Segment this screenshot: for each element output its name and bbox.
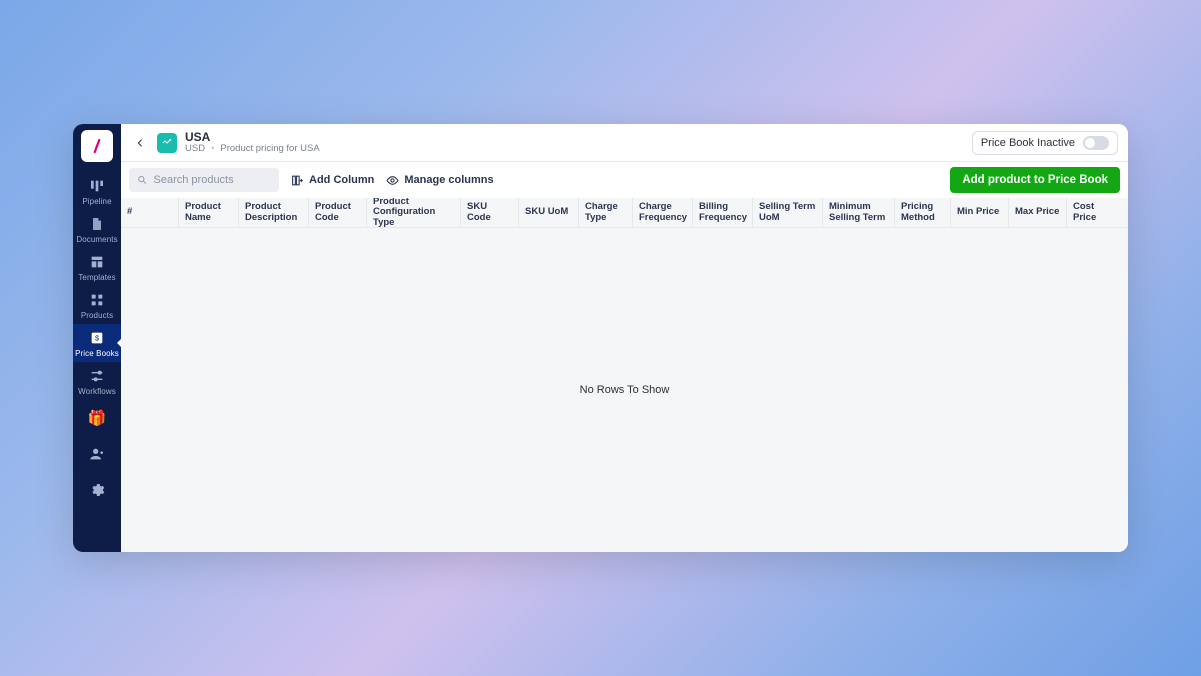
manage-columns-button[interactable]: Manage columns [386,174,493,187]
price-book-badge-icon [157,133,177,153]
sidebar-item-price-books[interactable]: $ Price Books [73,324,121,362]
column-header[interactable]: Billing Frequency [693,198,753,227]
toolbar: Add Column Manage columns Add product to… [121,162,1128,198]
search-box[interactable] [129,168,279,192]
slash-icon [88,137,106,155]
board-icon [89,178,105,194]
status-label: Price Book Inactive [981,137,1075,149]
price-book-icon: $ [89,330,105,346]
title-block: USA USD • Product pricing for USA [185,131,320,155]
column-header[interactable]: Product Code [309,198,367,227]
separator-dot: • [211,144,214,154]
column-header[interactable]: Charge Type [579,198,633,227]
back-button[interactable] [131,134,149,152]
sidebar-label: Products [81,311,113,320]
gift-icon: 🎁 [89,410,105,426]
user-plus-icon [89,446,105,462]
table-header-row: #Product NameProduct DescriptionProduct … [121,198,1128,228]
column-header[interactable]: Product Configuration Type [367,198,461,227]
sidebar-item-pipeline[interactable]: Pipeline [73,172,121,210]
column-header[interactable]: Product Name [179,198,239,227]
page-header: USA USD • Product pricing for USA Price … [121,124,1128,162]
column-header[interactable]: Min Price [951,198,1009,227]
sliders-icon [89,368,105,384]
svg-text:$: $ [95,334,99,343]
column-header[interactable]: Product Description [239,198,309,227]
sidebar-label: Price Books [75,349,119,358]
chevron-left-icon [135,138,145,148]
currency-code: USD [185,144,205,154]
column-header[interactable]: Charge Frequency [633,198,693,227]
sidebar: Pipeline Documents Templates Products $ … [73,124,121,552]
sidebar-label: Documents [76,235,117,244]
main-area: USA USD • Product pricing for USA Price … [121,124,1128,552]
toggle-switch[interactable] [1083,136,1109,150]
price-book-status-toggle[interactable]: Price Book Inactive [972,131,1118,155]
add-column-button[interactable]: Add Column [291,174,374,187]
sidebar-label: Workflows [78,387,116,396]
table-body: No Rows To Show [121,228,1128,552]
document-icon [89,216,105,232]
add-product-button[interactable]: Add product to Price Book [950,167,1120,193]
empty-state-text: No Rows To Show [580,384,670,396]
column-header[interactable]: Cost Price [1067,198,1117,227]
page-title: USA [185,131,210,144]
manage-columns-label: Manage columns [404,174,493,186]
sidebar-item-settings[interactable] [73,472,121,508]
column-header[interactable]: Selling Term UoM [753,198,823,227]
search-input[interactable] [154,174,271,186]
app-logo[interactable] [81,130,113,162]
page-subtitle: Product pricing for USA [220,144,319,154]
app-window: Pipeline Documents Templates Products $ … [73,124,1128,552]
add-column-label: Add Column [309,174,374,186]
grid-icon [89,292,105,308]
sidebar-label: Pipeline [82,197,111,206]
search-icon [137,174,148,186]
column-header[interactable]: Pricing Method [895,198,951,227]
sidebar-item-templates[interactable]: Templates [73,248,121,286]
sidebar-label: Templates [78,273,115,282]
add-column-icon [291,174,304,187]
sidebar-item-documents[interactable]: Documents [73,210,121,248]
eye-icon [386,174,399,187]
column-header[interactable]: # [121,198,179,227]
sidebar-item-products[interactable]: Products [73,286,121,324]
sidebar-item-gift[interactable]: 🎁 [73,400,121,436]
data-table: #Product NameProduct DescriptionProduct … [121,198,1128,552]
column-header[interactable]: SKU UoM [519,198,579,227]
gear-icon [89,482,105,498]
column-header[interactable]: Max Price [1009,198,1067,227]
sidebar-item-workflows[interactable]: Workflows [73,362,121,400]
column-header[interactable]: SKU Code [461,198,519,227]
sidebar-item-user[interactable] [73,436,121,472]
template-icon [89,254,105,270]
column-header[interactable]: Minimum Selling Term [823,198,895,227]
